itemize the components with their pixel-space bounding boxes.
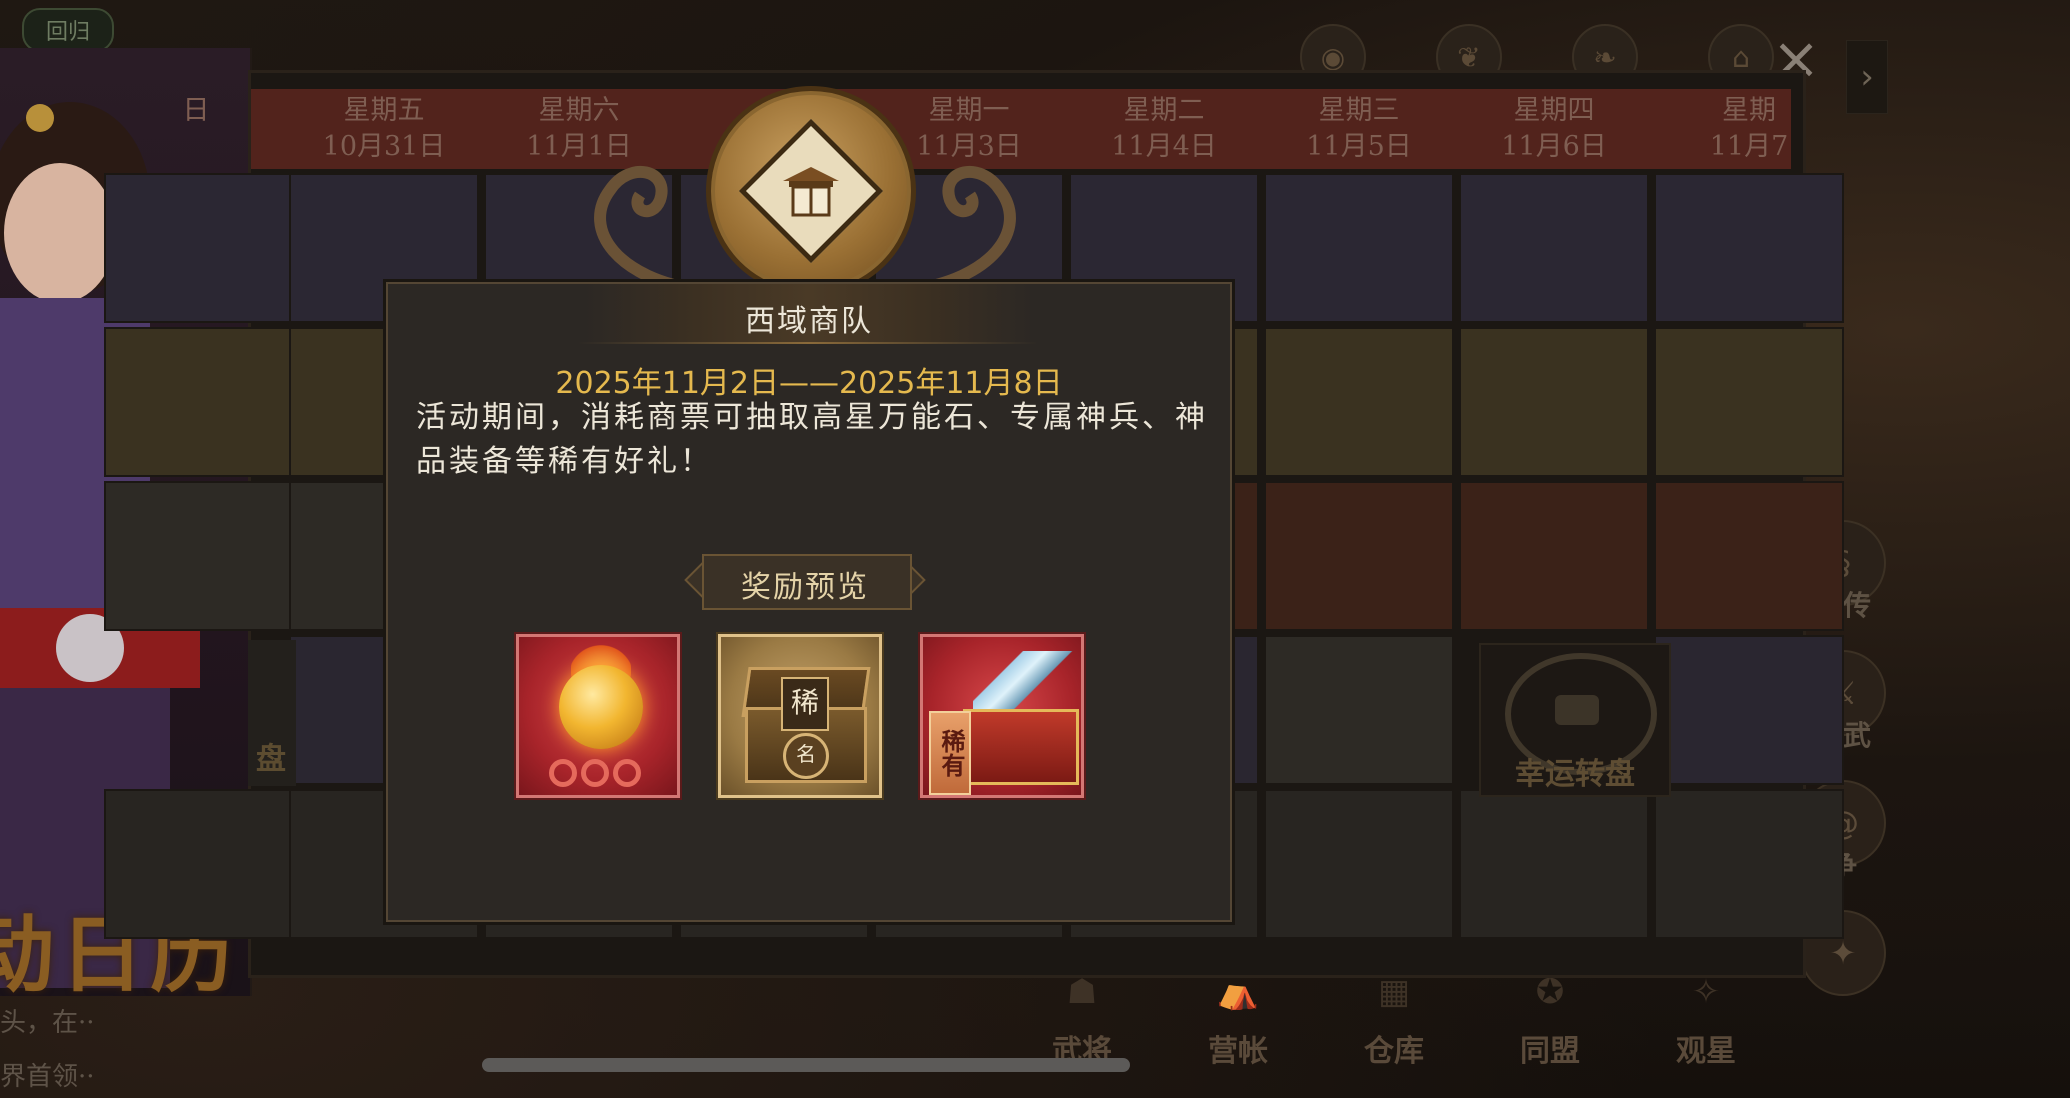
calendar-cell[interactable] <box>1459 327 1649 477</box>
calendar-cell[interactable] <box>1459 481 1649 631</box>
popup-title: 西域商队 <box>745 304 873 339</box>
nav-camp[interactable]: ⛺ 营帐 <box>1196 972 1280 1070</box>
day-header: 星期三 11月5日 <box>1264 89 1454 173</box>
date-label: 11月6日 <box>1501 131 1607 162</box>
weekday-label: 星期二 <box>1123 95 1205 126</box>
date-label: 11月5日 <box>1306 131 1412 162</box>
event-description: 活动期间，消耗商票可抽取高星万能石、专属神兵、神品装备等稀有好礼！ <box>416 400 1208 479</box>
calendar-cell[interactable] <box>1654 481 1844 631</box>
gate-icon <box>783 167 839 217</box>
calendar-cell[interactable] <box>1459 789 1649 939</box>
red-chest-icon <box>963 709 1079 785</box>
rare-banner: 稀有 <box>929 711 971 795</box>
nav-warehouse[interactable]: ▦ 仓库 <box>1352 972 1436 1070</box>
calendar-cell[interactable] <box>104 481 294 631</box>
nav-label: 营帐 <box>1208 1034 1268 1069</box>
alliance-icon: ✪ <box>1535 972 1565 1012</box>
stone-orb-icon <box>559 665 643 749</box>
partial-event-label: 盘 <box>256 742 286 777</box>
home-indicator[interactable] <box>482 1058 1130 1072</box>
return-tag[interactable]: 回归 <box>22 8 115 52</box>
nav-generals[interactable]: ☗ 武将 <box>1040 972 1124 1070</box>
calendar-cell[interactable] <box>1459 173 1649 323</box>
caravan-medal <box>706 86 916 296</box>
calendar-cell[interactable] <box>104 789 294 939</box>
lucky-wheel-event[interactable]: 幸运转盘 <box>1479 643 1671 797</box>
day-header: 日 <box>101 89 291 173</box>
day-header: 星期五 10月31日 <box>289 89 479 173</box>
calendar-cell[interactable] <box>1654 789 1844 939</box>
star-rings <box>549 759 641 787</box>
calendar-cell[interactable] <box>104 327 294 477</box>
warehouse-icon: ▦ <box>1377 972 1411 1012</box>
wheel-label: 幸运转盘 <box>1515 757 1635 792</box>
chevron-right-icon[interactable]: › <box>1846 40 1888 114</box>
date-label: 日 <box>182 95 210 126</box>
caravan-emblem <box>580 80 1030 296</box>
reward-item-weapon-chest[interactable]: 稀 名 <box>718 634 882 798</box>
nav-label: 观星 <box>1676 1034 1736 1069</box>
reward-item-list: 稀 名 稀有 <box>516 634 1084 798</box>
bottom-nav: ☗ 武将 ⛺ 营帐 ▦ 仓库 ✪ 同盟 ✧ 观星 <box>1040 972 1748 1070</box>
name-seal: 名 <box>783 733 829 779</box>
calendar-cell[interactable] <box>104 173 294 323</box>
weekday-label: 星期 <box>1722 95 1776 126</box>
date-label: 11月7 <box>1709 131 1789 162</box>
calendar-cell[interactable] <box>1264 789 1454 939</box>
calendar-cell[interactable] <box>1654 327 1844 477</box>
dragon-ornament-left <box>594 166 701 290</box>
day-header: 星期二 11月4日 <box>1069 89 1259 173</box>
day-header: 星期四 11月6日 <box>1459 89 1649 173</box>
swords-icon <box>973 651 1073 715</box>
weekday-label: 星期四 <box>1513 95 1595 126</box>
nav-label: 同盟 <box>1520 1034 1580 1069</box>
calendar-cell[interactable] <box>1654 173 1844 323</box>
calendar-cell[interactable] <box>1264 635 1454 785</box>
date-label: 10月31日 <box>322 131 446 162</box>
reward-item-universal-stone[interactable] <box>516 634 680 798</box>
title-divider <box>578 342 1038 344</box>
camp-icon: ⛺ <box>1216 972 1260 1012</box>
star-icon: ✧ <box>1691 972 1721 1012</box>
event-detail-popup: 西域商队 2025年11月2日——2025年11月8日 活动期间，消耗商票可抽取… <box>386 282 1232 922</box>
calendar-cell[interactable] <box>1264 481 1454 631</box>
nav-alliance[interactable]: ✪ 同盟 <box>1508 972 1592 1070</box>
reward-item-equipment-chest[interactable]: 稀有 <box>920 634 1084 798</box>
weekday-label: 星期五 <box>343 95 425 126</box>
calendar-cell[interactable] <box>1264 327 1454 477</box>
left-caption: 界首领·· <box>0 1062 95 1092</box>
calendar-cell[interactable] <box>1654 635 1844 785</box>
dragon-ornament-right <box>909 166 1016 290</box>
wheel-hub <box>1555 695 1599 725</box>
partial-event-cell[interactable]: 盘 <box>248 640 296 786</box>
reward-preview-label: 奖励预览 <box>741 570 869 605</box>
nav-label: 仓库 <box>1364 1034 1424 1069</box>
reward-preview-banner: 奖励预览 <box>680 552 930 610</box>
weekday-label: 星期三 <box>1318 95 1400 126</box>
day-header: 星期 11月7 <box>1654 89 1844 173</box>
nav-stargazing[interactable]: ✧ 观星 <box>1664 972 1748 1070</box>
left-caption: 头，在·· <box>0 1008 95 1038</box>
rare-tag: 稀 <box>781 677 829 731</box>
calendar-cell[interactable] <box>1264 173 1454 323</box>
general-icon: ☗ <box>1066 972 1098 1012</box>
date-label: 11月4日 <box>1111 131 1217 162</box>
